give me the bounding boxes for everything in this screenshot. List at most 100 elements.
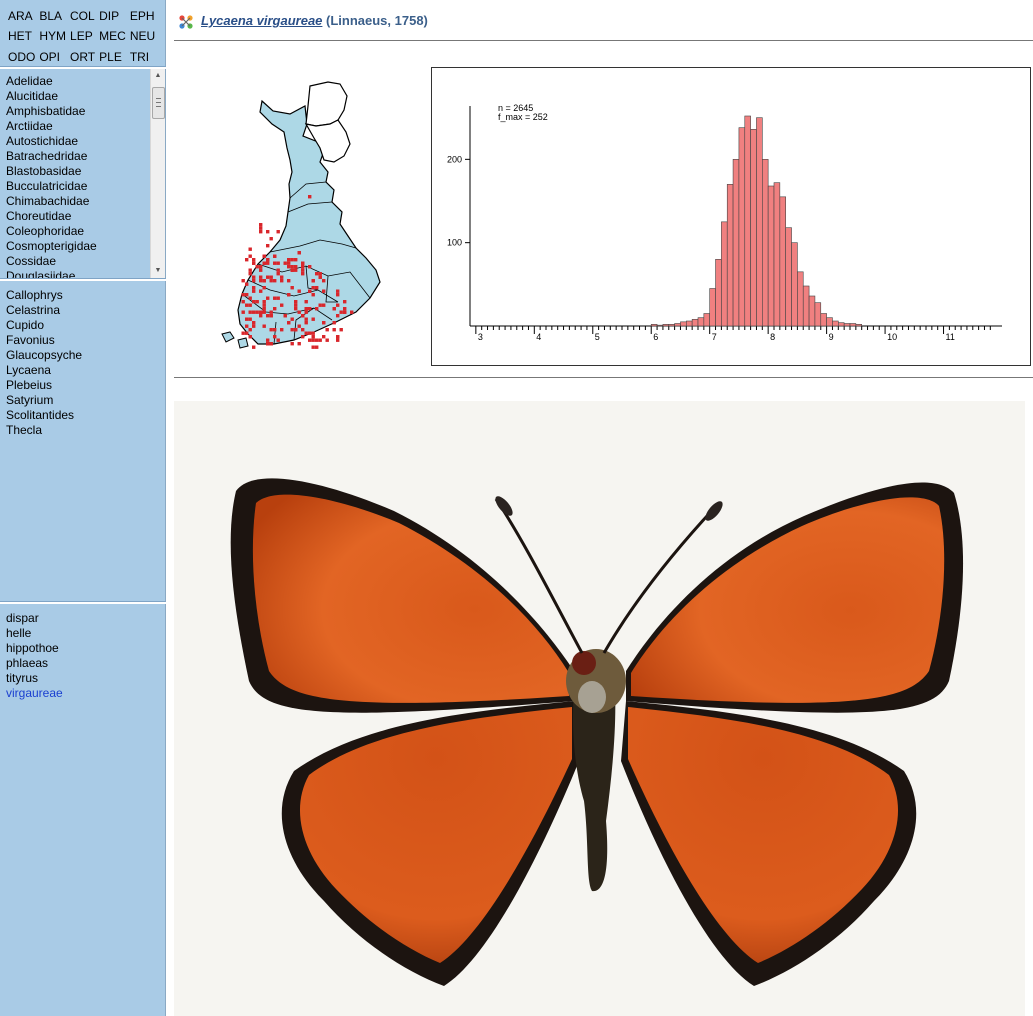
families-item[interactable]: Chimabachidae: [6, 194, 97, 209]
histogram-bar: [674, 323, 681, 327]
families-item[interactable]: Autostichidae: [6, 134, 97, 149]
order-code-link[interactable]: BLA: [39, 9, 66, 25]
families-item[interactable]: Amphisbatidae: [6, 104, 97, 119]
order-code-link[interactable]: DIP: [99, 9, 126, 25]
observation-point: [245, 293, 249, 297]
observation-point: [269, 310, 273, 314]
genera-item[interactable]: Thecla: [6, 423, 82, 438]
families-item[interactable]: Choreutidae: [6, 209, 97, 224]
observation-point: [262, 254, 266, 258]
observation-point: [273, 254, 277, 258]
observation-point: [259, 310, 263, 314]
observation-point: [276, 296, 280, 300]
genera-item[interactable]: Celastrina: [6, 303, 82, 318]
families-item[interactable]: Coleophoridae: [6, 224, 97, 239]
observation-point: [259, 275, 263, 279]
observation-point: [266, 258, 270, 262]
observation-point: [269, 279, 273, 283]
order-code-link[interactable]: LEP: [70, 29, 95, 45]
families-item[interactable]: Cossidae: [6, 254, 97, 269]
families-item[interactable]: Bucculatricidae: [6, 179, 97, 194]
order-code-link[interactable]: HET: [8, 29, 35, 45]
families-item[interactable]: Douglasiidae: [6, 269, 97, 278]
species-item[interactable]: virgaureae: [6, 686, 63, 701]
page-header: Lycaena virgaureae (Linnaeus, 1758): [174, 8, 1033, 36]
species-item[interactable]: phlaeas: [6, 656, 63, 671]
families-item[interactable]: Adelidae: [6, 74, 97, 89]
family-list: Adelidae Alucitidae Amphisbatidae Arctiidae…: [6, 74, 97, 278]
genera-item[interactable]: Plebeius: [6, 378, 82, 393]
histogram-bar: [773, 182, 781, 327]
order-code-link[interactable]: EPH: [130, 9, 155, 25]
observation-point: [245, 317, 249, 321]
observation-point: [280, 328, 284, 332]
order-code-link[interactable]: MEC: [99, 29, 126, 45]
histogram-bar: [744, 115, 751, 327]
families-item[interactable]: Alucitidae: [6, 89, 97, 104]
observation-point: [287, 261, 291, 265]
observation-point: [252, 279, 256, 283]
observation-point: [332, 328, 336, 332]
families-item[interactable]: Arctiidae: [6, 119, 97, 134]
families-item[interactable]: Blastobasidae: [6, 164, 97, 179]
x-tick-label: 6: [653, 332, 658, 342]
species-item[interactable]: tityrus: [6, 671, 63, 686]
families-item[interactable]: Batrachedridae: [6, 149, 97, 164]
observation-point: [311, 338, 315, 342]
species-item[interactable]: helle: [6, 626, 63, 641]
observation-point: [322, 303, 326, 307]
histogram-bar: [650, 324, 658, 327]
order-code-link[interactable]: HYM: [39, 29, 66, 45]
observation-point: [311, 293, 315, 297]
observation-point: [332, 321, 336, 325]
genera-item[interactable]: Cupido: [6, 318, 82, 333]
species-item[interactable]: dispar: [6, 611, 63, 626]
order-code-link[interactable]: PLE: [99, 50, 126, 66]
observation-point: [287, 321, 291, 325]
genera-item[interactable]: Favonius: [6, 333, 82, 348]
observation-point: [241, 300, 245, 304]
observation-point: [252, 310, 256, 314]
order-code-link[interactable]: ODO: [8, 50, 35, 66]
order-code-link[interactable]: TRI: [130, 50, 155, 66]
observation-point: [259, 289, 263, 293]
observation-point: [266, 338, 270, 342]
observation-point: [273, 307, 277, 311]
families-item[interactable]: Cosmopterigidae: [6, 239, 97, 254]
order-code-link[interactable]: COL: [70, 9, 95, 25]
genera-item[interactable]: Lycaena: [6, 363, 82, 378]
observation-point: [294, 307, 298, 311]
order-code-link[interactable]: NEU: [130, 29, 155, 45]
scroll-up-arrow-icon[interactable]: ▲: [151, 69, 165, 83]
genera-item[interactable]: Scolitantides: [6, 408, 82, 423]
species-item[interactable]: hippothoe: [6, 641, 63, 656]
observation-point: [301, 261, 305, 265]
sidebar-divider: [0, 601, 166, 604]
scrollbar-thumb[interactable]: [152, 87, 165, 119]
observation-point: [245, 303, 249, 307]
observation-point: [325, 328, 329, 332]
observation-point: [266, 314, 270, 318]
observation-point: [280, 275, 284, 279]
genera-item[interactable]: Callophrys: [6, 288, 82, 303]
histogram-bar: [703, 313, 710, 327]
observation-point: [308, 265, 312, 269]
observation-point: [336, 314, 340, 318]
order-code-link[interactable]: ARA: [8, 9, 35, 25]
observation-point: [276, 261, 280, 265]
order-code-link[interactable]: ORT: [70, 50, 95, 66]
histogram-bar: [826, 317, 833, 327]
observation-point: [297, 310, 301, 314]
genera-item[interactable]: Satyrium: [6, 393, 82, 408]
x-tick-label: 10: [887, 332, 897, 342]
order-code-link[interactable]: OPI: [39, 50, 66, 66]
observation-point: [287, 265, 291, 269]
family-list-scrollbar[interactable]: ▲ ▼: [150, 69, 165, 278]
observation-point: [322, 279, 326, 283]
observation-point: [252, 321, 256, 325]
species-title-link[interactable]: Lycaena virgaureae: [201, 13, 322, 28]
genera-item[interactable]: Glaucopsyche: [6, 348, 82, 363]
scroll-down-arrow-icon[interactable]: ▼: [151, 264, 165, 278]
family-list-panel[interactable]: Adelidae Alucitidae Amphisbatidae Arctiidae…: [0, 69, 165, 278]
observation-point: [308, 331, 312, 335]
